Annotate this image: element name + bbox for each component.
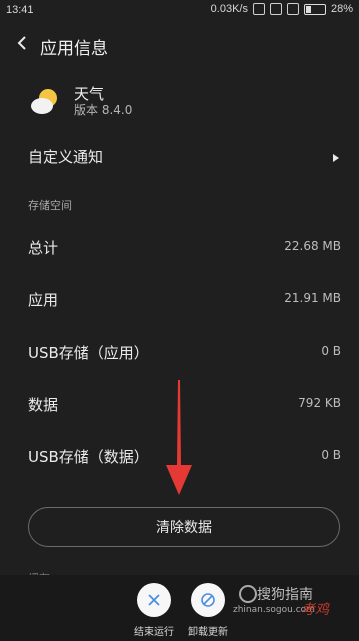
custom-notification-row[interactable]: 自定义通知 <box>0 130 359 182</box>
storage-label: 数据 <box>28 396 59 414</box>
wifi-icon <box>269 3 282 15</box>
storage-app-row: 应用 21.91 MB <box>0 273 359 325</box>
bottom-action-bar: 结束运行 卸载更新 搜狗指南 zhinan.sogou.com 考鸡 <box>0 575 359 641</box>
sogou-logo-icon <box>239 585 257 603</box>
clear-data-label: 清除数据 <box>156 520 212 536</box>
network-speed: 0.03K/s <box>210 3 248 15</box>
force-stop-label: 结束运行 <box>134 627 174 638</box>
app-info: 天气 版本 8.4.0 <box>0 77 359 127</box>
page-title: 应用信息 <box>40 39 108 59</box>
chevron-right-icon <box>331 148 341 162</box>
storage-value: 0 B <box>321 344 341 358</box>
storage-value: 0 B <box>321 448 341 462</box>
back-icon[interactable] <box>14 34 32 52</box>
watermark-tag: 考鸡 <box>301 602 329 618</box>
app-version: 版本 8.4.0 <box>74 103 133 117</box>
storage-label: USB存储（应用） <box>28 344 149 362</box>
status-time: 13:41 <box>6 4 34 16</box>
storage-label: 应用 <box>28 291 59 309</box>
storage-value: 21.91 MB <box>284 291 341 305</box>
storage-section-label: 存储空间 <box>28 199 72 212</box>
storage-value: 22.68 MB <box>284 239 341 253</box>
battery-percent: 28% <box>330 3 353 15</box>
status-bar: 13:41 0.03K/s 28% <box>0 0 359 22</box>
uninstall-updates-action[interactable]: 卸载更新 <box>178 583 238 638</box>
custom-notification-label: 自定义通知 <box>28 148 104 166</box>
weather-app-icon <box>28 84 64 120</box>
battery-icon <box>303 3 326 15</box>
storage-label: 总计 <box>28 239 59 257</box>
uninstall-updates-label: 卸载更新 <box>188 627 228 638</box>
sogou-watermark: 搜狗指南 zhinan.sogou.com 考鸡 <box>231 583 351 633</box>
storage-total-row: 总计 22.68 MB <box>0 221 359 273</box>
force-stop-action[interactable]: 结束运行 <box>124 583 184 638</box>
prohibit-icon <box>191 583 225 617</box>
red-arrow-annotation <box>166 380 192 495</box>
clear-data-button[interactable]: 清除数据 <box>28 507 340 547</box>
signal-icon <box>286 3 299 15</box>
storage-value: 792 KB <box>298 396 341 410</box>
header: 应用信息 <box>0 22 359 66</box>
close-icon <box>137 583 171 617</box>
status-icons: 0.03K/s 28% <box>211 3 353 15</box>
storage-usb-app-row: USB存储（应用） 0 B <box>0 326 359 378</box>
sync-icon <box>252 3 265 15</box>
storage-label: USB存储（数据） <box>28 448 149 466</box>
